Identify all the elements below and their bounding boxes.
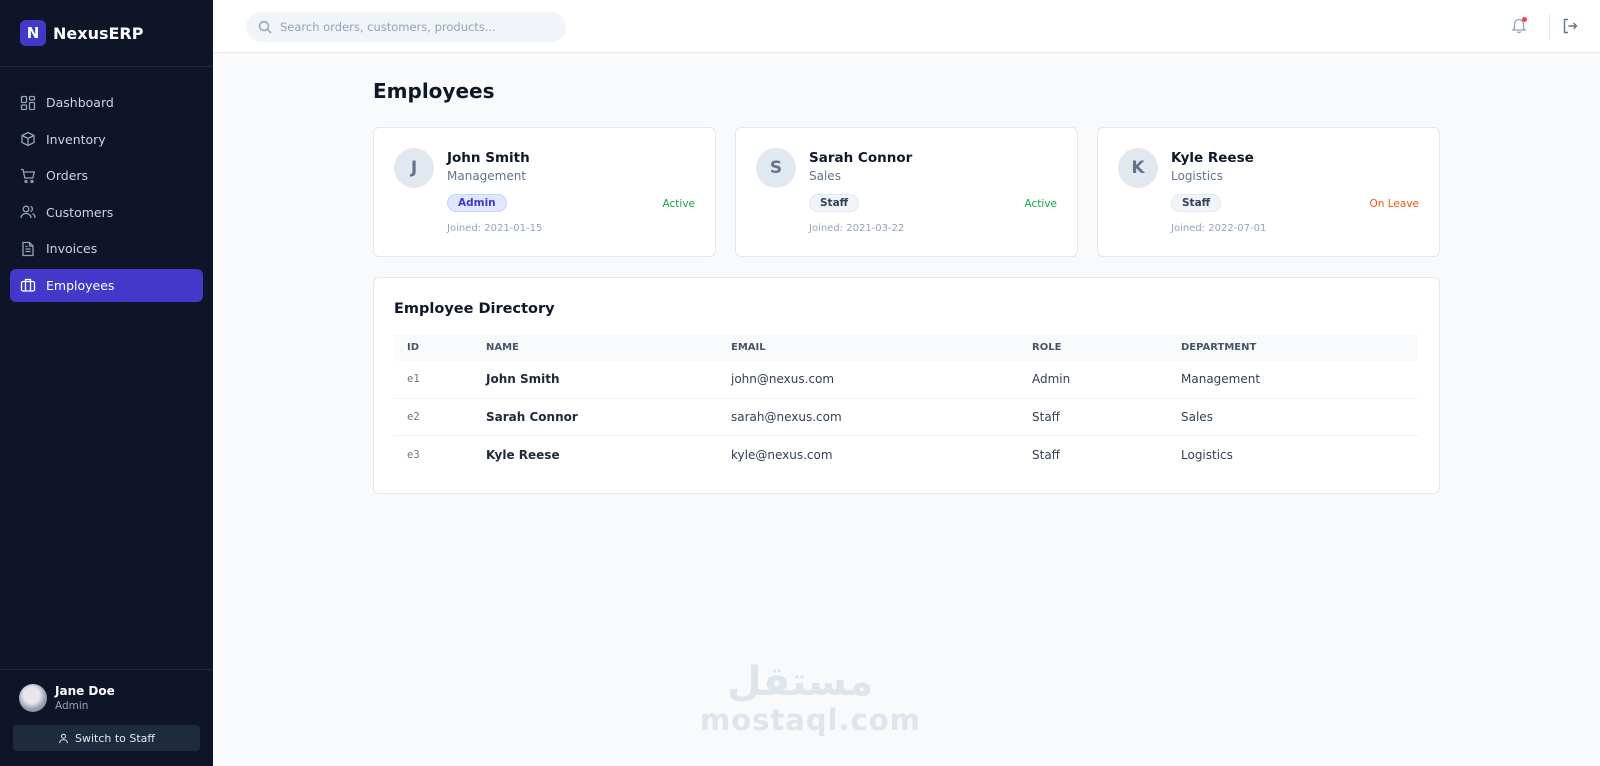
search-bar[interactable] xyxy=(246,12,566,42)
role-badge: Admin xyxy=(447,194,507,212)
cell-department: Management xyxy=(1181,372,1261,387)
top-header xyxy=(213,0,1600,53)
sidebar-nav: Dashboard Inventory Orders Customers Inv… xyxy=(0,86,213,302)
cell-role: Staff xyxy=(1032,447,1060,462)
watermark-latin: mostaql.com xyxy=(700,703,921,737)
switch-role-button[interactable]: Switch to Staff xyxy=(13,725,200,751)
brand[interactable]: N NexusERP xyxy=(0,0,213,67)
users-icon xyxy=(20,204,36,220)
column-header-id[interactable]: ID xyxy=(394,342,486,353)
column-header-department[interactable]: DEPARTMENT xyxy=(1181,342,1419,353)
cell-role: Admin xyxy=(1032,372,1071,387)
cell-email: john@nexus.com xyxy=(731,372,835,387)
cell-role: Staff xyxy=(1032,409,1060,424)
user-icon xyxy=(59,733,68,743)
sidebar-item-label: Dashboard xyxy=(46,95,114,110)
employee-table: ID NAME EMAIL ROLE DEPARTMENT e1 John Sm… xyxy=(394,334,1419,474)
joined-date: Joined: 2021-01-15 xyxy=(447,223,543,234)
search-icon xyxy=(258,20,272,34)
cell-department: Sales xyxy=(1181,409,1213,424)
role-badge: Staff xyxy=(809,194,860,212)
joined-date: Joined: 2021-03-22 xyxy=(809,223,905,234)
watermark: مستقل mostaql.com xyxy=(700,659,921,737)
cell-id: e3 xyxy=(407,448,420,461)
page-title: Employees xyxy=(373,79,495,103)
cell-name: Kyle Reese xyxy=(486,447,560,462)
employee-name: Kyle Reese xyxy=(1171,150,1254,166)
switch-role-label: Switch to Staff xyxy=(74,731,156,745)
joined-date: Joined: 2022-07-01 xyxy=(1171,223,1267,234)
user-name: Jane Doe xyxy=(55,684,115,698)
briefcase-icon xyxy=(20,277,36,293)
sidebar-item-label: Orders xyxy=(46,168,89,184)
user-info: Jane Doe Admin xyxy=(55,684,115,712)
sidebar-item-label: Customers xyxy=(46,204,114,220)
employee-name: John Smith xyxy=(447,150,530,166)
table-row[interactable]: e1 John Smith john@nexus.com Admin Manag… xyxy=(394,361,1419,399)
search-input[interactable] xyxy=(280,20,550,34)
employee-avatar: K xyxy=(1118,148,1158,188)
column-header-role[interactable]: ROLE xyxy=(1032,342,1181,353)
employee-card[interactable]: K Kyle Reese Logistics Staff On Leave Jo… xyxy=(1097,127,1440,257)
grid-icon xyxy=(20,95,36,111)
sidebar-item-orders[interactable]: Orders xyxy=(10,159,203,192)
notification-dot xyxy=(1522,17,1527,22)
table-row[interactable]: e3 Kyle Reese kyle@nexus.com Staff Logis… xyxy=(394,436,1419,474)
cell-id: e1 xyxy=(407,373,420,386)
employee-avatar: J xyxy=(394,148,434,188)
table-header: ID NAME EMAIL ROLE DEPARTMENT xyxy=(394,334,1419,361)
cell-name: Sarah Connor xyxy=(486,409,578,424)
sidebar-item-customers[interactable]: Customers xyxy=(10,196,203,229)
employee-card[interactable]: J John Smith Management Admin Active Joi… xyxy=(373,127,716,257)
cell-id: e2 xyxy=(407,410,420,423)
sidebar-item-inventory[interactable]: Inventory xyxy=(10,123,203,156)
document-icon xyxy=(20,241,36,257)
sidebar-item-invoices[interactable]: Invoices xyxy=(10,232,203,265)
sidebar-item-label: Employees xyxy=(46,277,115,293)
status-label: Active xyxy=(662,198,695,210)
notifications-button[interactable] xyxy=(1510,16,1528,34)
employee-avatar: S xyxy=(756,148,796,188)
sidebar: N NexusERP Dashboard Inventory Orders Cu… xyxy=(0,0,213,766)
employee-department: Logistics xyxy=(1171,169,1223,183)
role-badge: Staff xyxy=(1171,194,1222,212)
column-header-email[interactable]: EMAIL xyxy=(731,342,1032,353)
employee-department: Sales xyxy=(809,169,841,183)
employee-department: Management xyxy=(447,169,527,183)
header-divider xyxy=(1549,14,1550,40)
sidebar-item-dashboard[interactable]: Dashboard xyxy=(10,86,203,119)
status-label: Active xyxy=(1024,198,1057,210)
status-label: On Leave xyxy=(1369,198,1420,210)
box-icon xyxy=(20,131,36,147)
sidebar-item-label: Inventory xyxy=(46,131,106,147)
user-role: Admin xyxy=(55,700,89,712)
employee-card[interactable]: S Sarah Connor Sales Staff Active Joined… xyxy=(735,127,1078,257)
cart-icon xyxy=(20,168,36,184)
directory-title: Employee Directory xyxy=(394,301,555,317)
user-profile[interactable]: Jane Doe Admin xyxy=(19,684,200,712)
cell-email: kyle@nexus.com xyxy=(731,447,833,462)
logout-button[interactable] xyxy=(1561,17,1579,35)
cell-name: John Smith xyxy=(486,372,560,387)
avatar xyxy=(19,684,47,712)
employee-name: Sarah Connor xyxy=(809,150,913,166)
cell-department: Logistics xyxy=(1181,447,1233,462)
watermark-arabic: مستقل xyxy=(726,659,874,705)
column-header-name[interactable]: NAME xyxy=(486,342,731,353)
sidebar-item-label: Invoices xyxy=(46,241,98,257)
employee-directory: Employee Directory ID NAME EMAIL ROLE DE… xyxy=(373,277,1440,494)
logout-icon xyxy=(1563,18,1578,34)
cell-email: sarah@nexus.com xyxy=(731,409,842,424)
sidebar-item-employees[interactable]: Employees xyxy=(10,268,203,302)
table-row[interactable]: e2 Sarah Connor sarah@nexus.com Staff Sa… xyxy=(394,399,1419,436)
sidebar-footer: Jane Doe Admin Switch to Staff xyxy=(0,669,213,766)
brand-name: NexusERP xyxy=(53,23,144,43)
brand-logo: N xyxy=(20,20,46,46)
